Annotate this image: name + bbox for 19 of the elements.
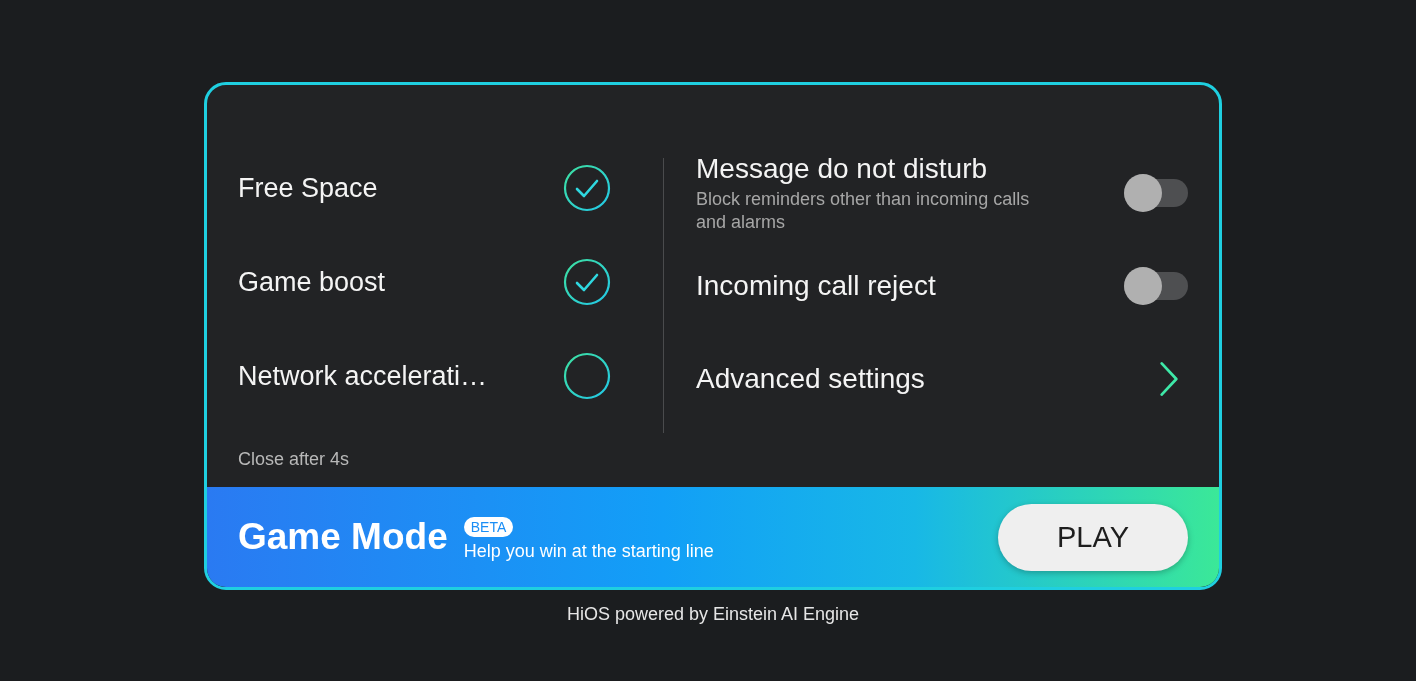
setting-title: Advanced settings <box>696 361 926 396</box>
chevron-right-icon[interactable] <box>1158 359 1180 398</box>
toggle-switch[interactable] <box>1124 266 1188 305</box>
setting-description: Block reminders other than incoming calls and alarms <box>696 187 1031 234</box>
play-button[interactable]: PLAY <box>998 503 1188 571</box>
setting-title: Incoming call reject <box>696 268 937 303</box>
beta-badge: BETA <box>463 516 514 537</box>
banner-subtitle: Help you win at the starting line <box>463 540 714 562</box>
toggle-switch[interactable] <box>1124 173 1188 212</box>
empty-circle-icon[interactable] <box>563 352 611 400</box>
option-label: Network accelerati… <box>238 360 488 392</box>
banner-title: Game Mode <box>238 516 448 558</box>
close-countdown: Close after 4s <box>238 449 351 470</box>
checked-circle-icon[interactable] <box>563 258 611 306</box>
option-label: Free Space <box>238 172 378 204</box>
setting-title: Message do not disturb <box>696 151 989 186</box>
option-label: Game boost <box>238 266 386 298</box>
footer-text: HiOS powered by Einstein AI Engine <box>566 604 860 625</box>
checked-circle-icon[interactable] <box>563 164 611 212</box>
